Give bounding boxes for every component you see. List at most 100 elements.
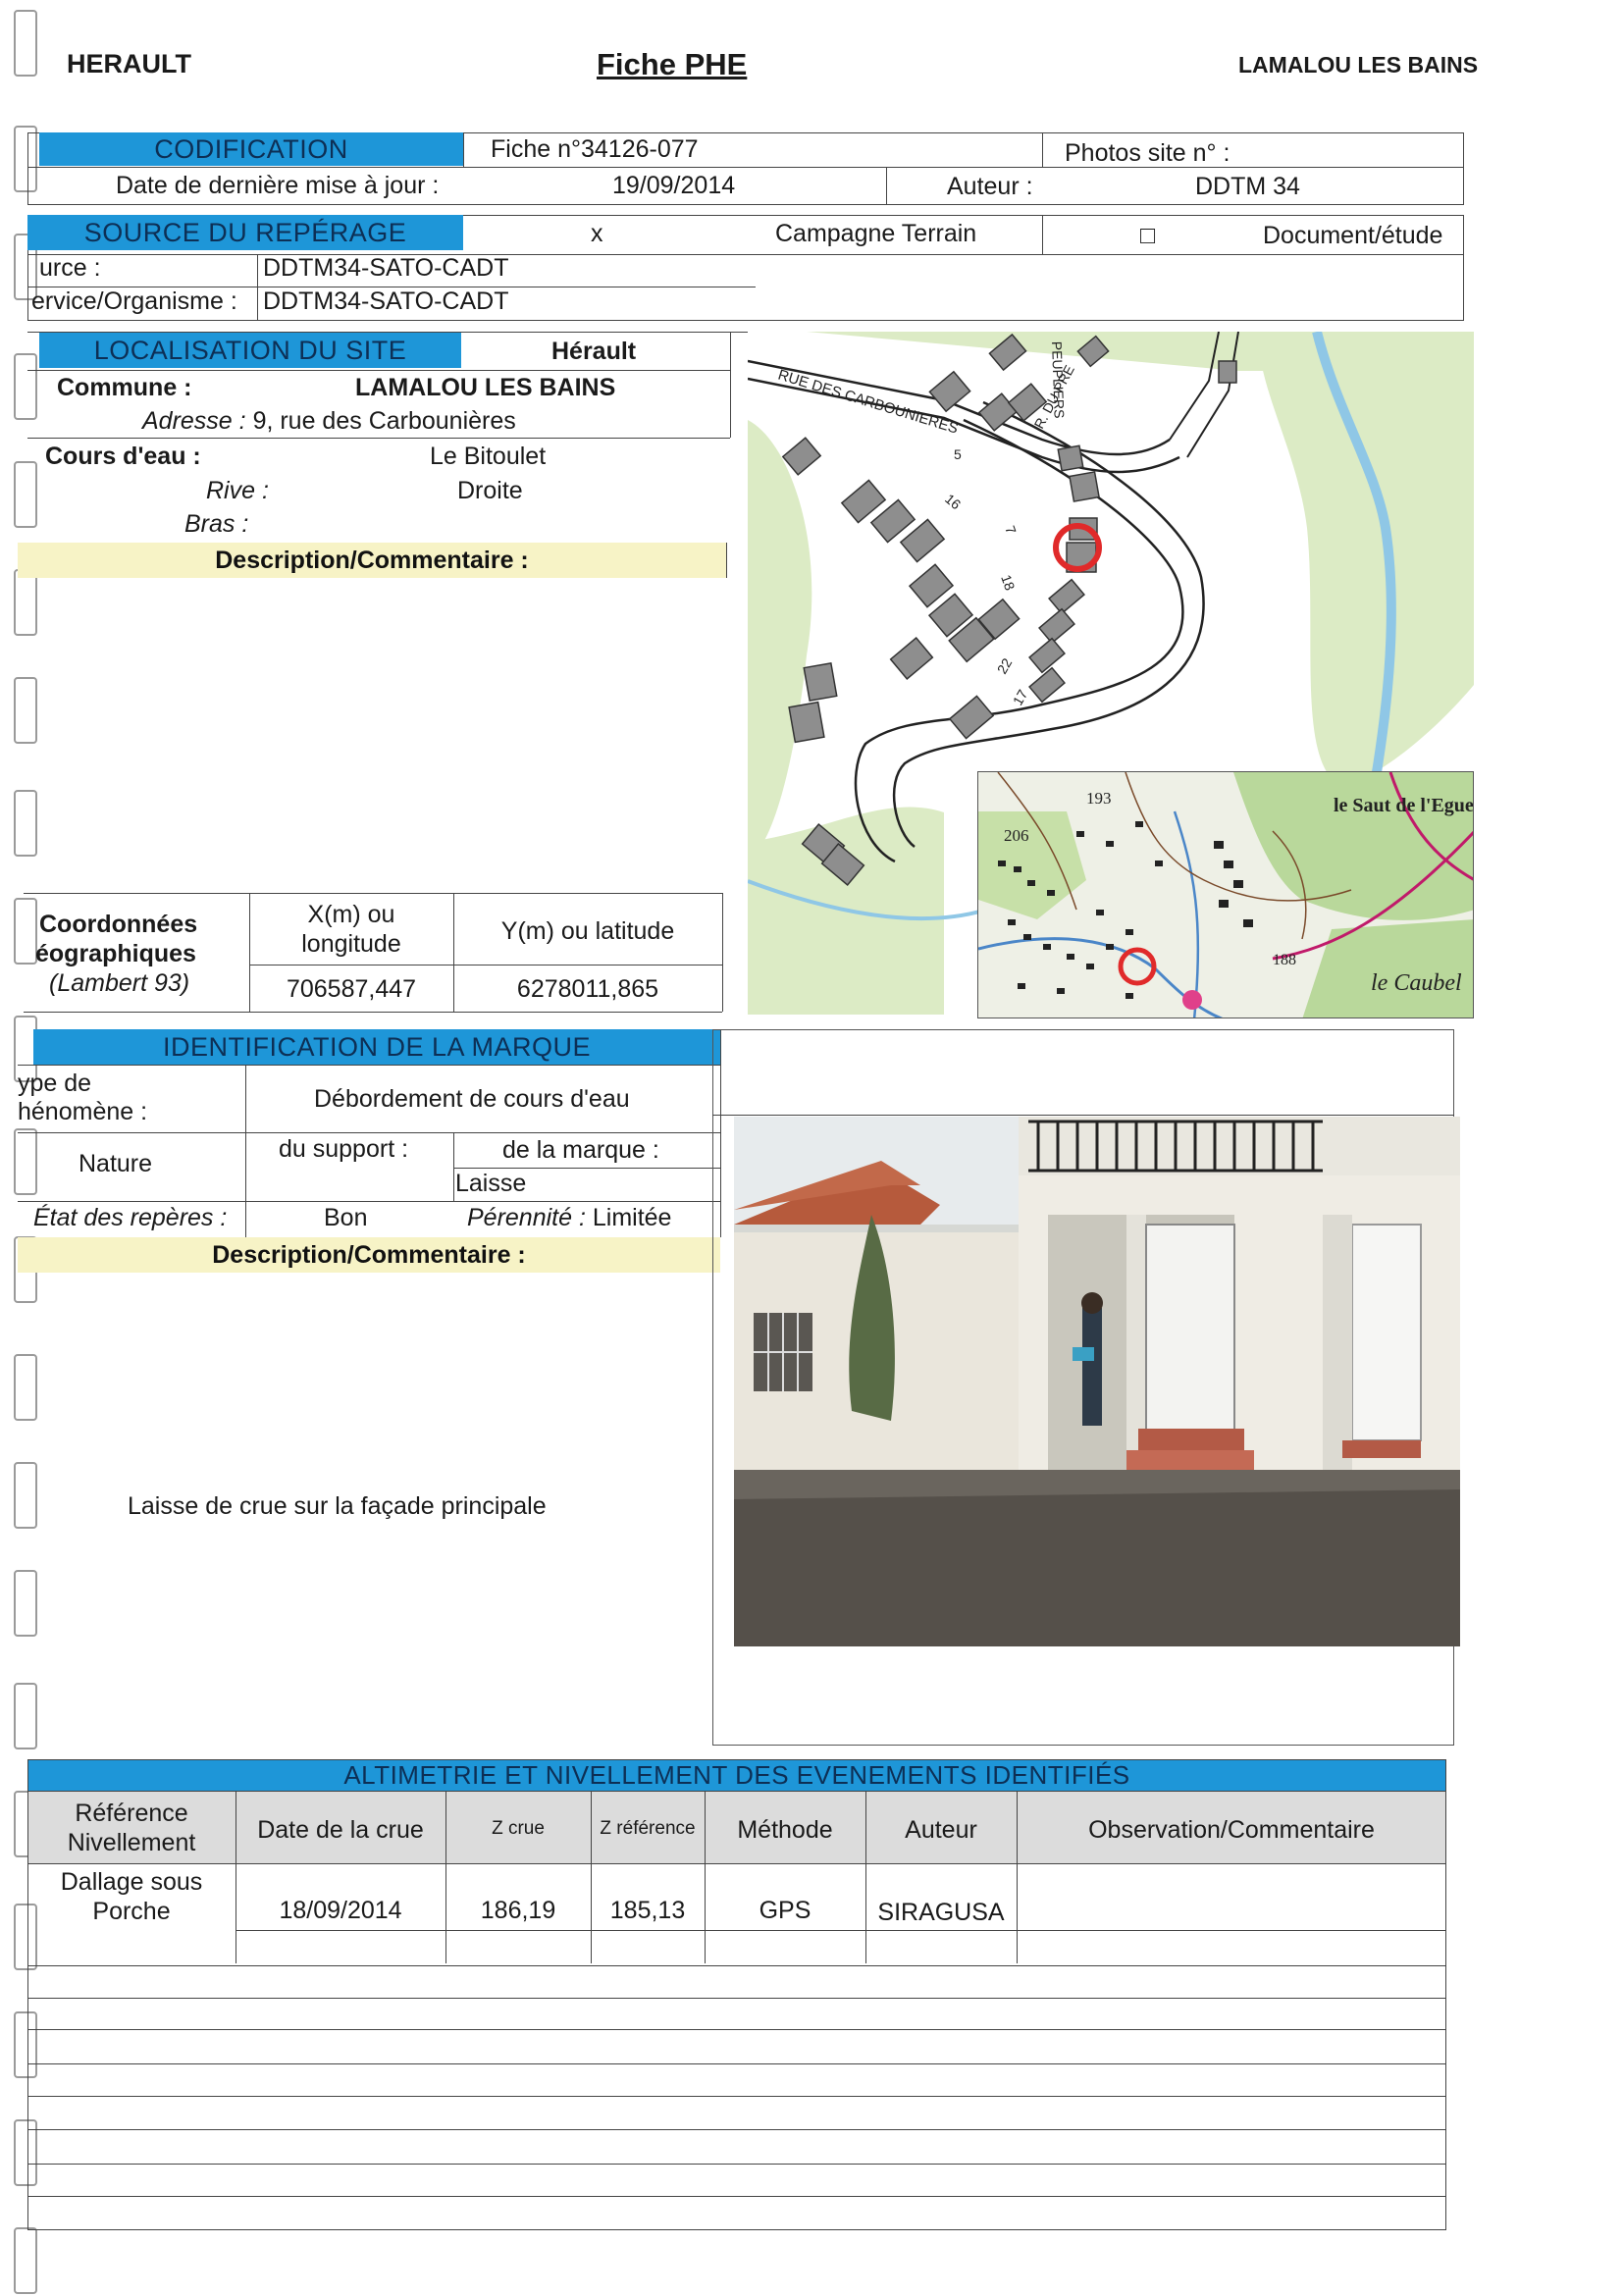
adresse-value: 9, rue des Carbounières <box>252 407 516 435</box>
divider <box>27 1965 1446 1966</box>
header-departement: HERAULT <box>67 49 191 78</box>
binder-hole <box>14 898 37 965</box>
divider <box>726 543 727 578</box>
page-title: Fiche PHE <box>597 47 748 81</box>
etat-value: Bon <box>324 1204 368 1231</box>
document-checkbox: □ <box>1140 222 1156 249</box>
divider <box>27 2129 1446 2130</box>
divider <box>27 438 730 439</box>
divider <box>27 2196 1446 2197</box>
house-number: 5 <box>954 446 962 462</box>
cell-z-reference: 185,13 <box>609 1897 686 1924</box>
divider <box>722 893 723 1012</box>
x-value: 706587,447 <box>286 975 417 1003</box>
identification-description-value: Laisse de crue sur la façade principale <box>128 1492 547 1520</box>
auteur-value: DDTM 34 <box>1195 173 1300 200</box>
divider <box>18 1065 720 1066</box>
binder-hole <box>14 353 37 420</box>
divider <box>445 1791 446 1963</box>
house-photo <box>734 1117 1460 1646</box>
divider <box>453 1168 720 1169</box>
coords-label-1: Coordonnées <box>39 911 198 938</box>
support-label: du support : <box>279 1135 409 1163</box>
cours-value: Le Bitoulet <box>430 443 547 470</box>
rive-label: Rive : <box>206 477 269 504</box>
binder-hole <box>14 1570 37 1637</box>
x-header-1: X(m) ou <box>307 901 395 928</box>
type-value: Débordement de cours d'eau <box>314 1085 630 1113</box>
commune-label: Commune : <box>57 374 192 401</box>
date-label: Date de dernière mise à jour : <box>116 172 440 199</box>
topo-label: le Saut de l'Egue <box>1334 795 1474 816</box>
marque-value: Laisse <box>455 1170 527 1197</box>
divider <box>591 1791 592 1963</box>
divider <box>18 1201 720 1202</box>
x-header-2: longitude <box>301 930 401 958</box>
divider <box>236 1930 1446 1931</box>
divider <box>1042 215 1043 254</box>
binder-hole <box>14 790 37 857</box>
topo-label: 193 <box>1086 789 1112 808</box>
col-observation: Observation/Commentaire <box>1088 1816 1375 1844</box>
marque-label: de la marque : <box>502 1136 659 1164</box>
col-z-crue: Z crue <box>492 1818 545 1839</box>
divider <box>453 1132 454 1201</box>
binder-hole <box>14 2227 37 2294</box>
divider <box>463 132 464 168</box>
document-etude: Document/étude <box>1263 222 1443 249</box>
source-heading: SOURCE DU REPÉRAGE <box>27 215 463 250</box>
divider <box>27 1863 1446 1864</box>
divider <box>27 254 1464 255</box>
perennite-label: Pérennité : <box>467 1204 586 1231</box>
coords-label-2: éographiques <box>35 940 196 967</box>
street-label-peupliers: PEUPLIERS <box>1049 341 1068 419</box>
divider <box>1042 132 1043 168</box>
divider <box>730 332 731 438</box>
y-header: Y(m) ou latitude <box>500 917 675 945</box>
commune-value: LAMALOU LES BAINS <box>355 374 616 401</box>
cell-auteur: SIRAGUSA <box>877 1899 1005 1926</box>
adresse-label: Adresse : <box>142 407 246 435</box>
date-value: 19/09/2014 <box>612 172 736 199</box>
col-z-reference: Z référence <box>600 1818 696 1839</box>
col-date: Date de la crue <box>257 1816 424 1844</box>
binder-hole <box>14 1354 37 1421</box>
region: Hérault <box>551 338 637 365</box>
fiche-number: Fiche n°34126-077 <box>491 135 699 163</box>
divider <box>27 2029 1446 2030</box>
localisation-description-label: Description/Commentaire : <box>18 543 726 578</box>
bras-label: Bras : <box>184 510 249 538</box>
header-commune: LAMALOU LES BAINS <box>1238 52 1479 78</box>
topo-map-inset: 193 206 le Saut de l'Egue 188 le Caubel <box>977 771 1474 1018</box>
cours-label: Cours d'eau : <box>45 443 201 470</box>
col-auteur: Auteur <box>905 1816 977 1844</box>
divider <box>245 1065 246 1237</box>
binder-hole <box>14 10 37 77</box>
type-label-1: ype de <box>18 1070 92 1097</box>
cell-reference: Dallage sous Porche <box>60 1868 203 1925</box>
topo-label: le Caubel <box>1371 970 1462 996</box>
topo-label: 188 <box>1273 952 1296 968</box>
divider <box>27 370 730 371</box>
col-reference: Référence Nivellement <box>67 1800 196 1856</box>
codification-heading: CODIFICATION <box>39 132 463 166</box>
divider <box>27 2063 1446 2064</box>
cell-date: 18/09/2014 <box>279 1897 402 1924</box>
divider <box>18 1132 720 1133</box>
binder-hole <box>14 677 37 744</box>
topo-label: 206 <box>1004 826 1029 845</box>
perennite-row: Pérennité : Limitée <box>467 1204 671 1232</box>
etat-label: État des repères : <box>33 1204 228 1231</box>
divider <box>27 1791 1446 1792</box>
col-methode: Méthode <box>737 1816 833 1844</box>
divider <box>27 2164 1446 2165</box>
divider <box>712 1115 1454 1116</box>
campagne-mark: x <box>591 220 603 247</box>
binder-hole <box>14 1128 37 1195</box>
x-header: X(m) ou longitude <box>249 900 453 959</box>
localisation-heading: LOCALISATION DU SITE <box>39 333 461 368</box>
identification-heading: IDENTIFICATION DE LA MARQUE <box>33 1029 720 1065</box>
coords-label-3: (Lambert 93) <box>49 969 190 997</box>
service-value: DDTM34-SATO-CADT <box>263 287 509 315</box>
service-label: ervice/Organisme : <box>31 287 237 315</box>
